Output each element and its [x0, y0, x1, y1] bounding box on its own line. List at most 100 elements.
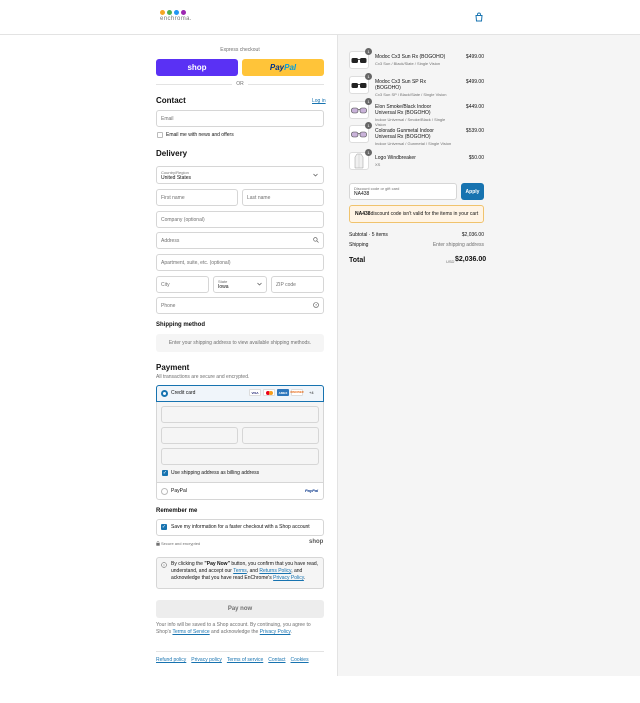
- contact-link[interactable]: Contact: [268, 657, 285, 663]
- shipping-label: Shipping: [349, 242, 369, 248]
- cart-items: 1 Modoc Cx3 Sun Rx (BOGOHO) Cx3 Sun / Blac…: [349, 48, 485, 176]
- item-price: $499.00: [465, 54, 484, 60]
- lock-icon: [156, 541, 160, 546]
- billing-address-checkbox[interactable]: ✓: [162, 470, 168, 476]
- payment-divider: [156, 482, 324, 483]
- credit-card-radio[interactable]: [161, 390, 168, 397]
- apartment-field[interactable]: Apartment, suite, etc. (optional): [156, 254, 324, 271]
- subtotal-label: Subtotal · 5 items: [349, 232, 388, 238]
- info-icon: i: [161, 562, 167, 568]
- shipping-method-message: Enter your shipping address to view avai…: [156, 334, 324, 352]
- item-details: Colorado Gunmetal Indoor Universal Rx (B…: [375, 128, 453, 146]
- total-value: $2,036.00: [455, 256, 487, 263]
- last-name-field[interactable]: Last name: [242, 189, 324, 206]
- privacy-policy-link[interactable]: Privacy Policy: [273, 575, 304, 581]
- email-field[interactable]: Email: [156, 110, 324, 127]
- city-field[interactable]: City: [156, 276, 209, 293]
- phone-placeholder: Phone: [161, 302, 176, 309]
- save-info-label: Save my information for a faster checkou…: [171, 524, 310, 530]
- apply-discount-button[interactable]: Apply: [461, 183, 484, 200]
- logo-text: enchroma.: [160, 16, 192, 22]
- security-code-field[interactable]: [242, 427, 319, 444]
- zip-field[interactable]: ZIP code: [271, 276, 324, 293]
- shop-logo: shop: [309, 539, 324, 545]
- quantity-badge: 1: [365, 122, 372, 129]
- item-details: Logo Windbreaker XS: [375, 155, 453, 167]
- item-price: $449.00: [465, 104, 484, 110]
- terms-of-service-link[interactable]: Terms of service: [227, 657, 263, 663]
- shop-pay-button[interactable]: shop: [156, 59, 238, 76]
- address-field[interactable]: Address: [156, 232, 324, 249]
- shop-tos-link[interactable]: Terms of Service: [172, 629, 209, 635]
- paypal-option-label: PayPal: [171, 488, 187, 494]
- country-value: United States: [161, 174, 192, 181]
- pay-now-button[interactable]: Pay now: [156, 600, 324, 618]
- cart-item: 1 Logo Windbreaker XS $50.00: [349, 149, 485, 172]
- apartment-placeholder: Apartment, suite, etc. (optional): [161, 259, 231, 266]
- chevron-down-icon: [313, 173, 318, 177]
- phone-field[interactable]: Phone: [156, 297, 324, 314]
- or-label: OR: [232, 81, 248, 87]
- shop-pay-label: shop: [187, 63, 207, 72]
- total-label: Total: [349, 257, 366, 264]
- payment-heading: Payment: [156, 363, 190, 372]
- contact-heading: Contact: [156, 96, 186, 105]
- email-placeholder: Email: [161, 115, 174, 122]
- quantity-badge: 1: [365, 48, 372, 55]
- paypal-radio[interactable]: [161, 488, 168, 495]
- cart-item: 1 Modoc Cx3 Sun Rx (BOGOHO) Cx3 Sun / Blac…: [349, 48, 485, 71]
- shop-notice-text-c: .: [290, 629, 292, 635]
- expiration-date-field[interactable]: [161, 427, 238, 444]
- shop-privacy-link[interactable]: Privacy Policy: [260, 629, 291, 635]
- svg-text:i: i: [164, 564, 165, 568]
- more-cards-label: +4: [309, 390, 314, 395]
- cart-item: 1 Modoc Cx3 Sun SP Rx (BOGOHO) Cx3 Sun SP …: [349, 73, 485, 97]
- item-variant: Cx3 Sun SP / Black/Slate / Single Vision: [375, 92, 447, 97]
- bottom-strip: [337, 676, 640, 703]
- terms-link[interactable]: Terms: [233, 568, 247, 574]
- notice-text-a: By clicking the: [171, 561, 205, 567]
- returns-policy-link[interactable]: Returns Policy: [259, 568, 291, 574]
- discount-code-field[interactable]: Discount code or gift card NA438: [349, 183, 457, 200]
- item-name: Modoc Cx3 Sun SP Rx (BOGOHO): [375, 79, 427, 91]
- cookies-link[interactable]: Cookies: [291, 657, 309, 663]
- privacy-policy-footer-link[interactable]: Privacy policy: [191, 657, 222, 663]
- item-variant: XS: [375, 162, 381, 167]
- discount-value: NA438: [354, 191, 370, 197]
- refund-policy-link[interactable]: Refund policy: [156, 657, 186, 663]
- discount-error-banner: NA438 discount code isn't valid for the …: [349, 205, 484, 223]
- delivery-heading: Delivery: [156, 149, 188, 158]
- item-price: $50.00: [468, 155, 484, 161]
- discover-icon: DISCOVER: [290, 389, 304, 396]
- newsletter-checkbox[interactable]: [157, 132, 163, 138]
- quantity-badge: 1: [365, 73, 372, 80]
- item-variant: Cx3 Sun / Black/Slate / Single Vision: [375, 61, 441, 66]
- shipping-method-heading: Shipping method: [156, 322, 205, 328]
- shop-notice-text-b: and acknowledge the: [209, 629, 260, 635]
- last-name-placeholder: Last name: [247, 194, 271, 201]
- login-link[interactable]: Log in: [312, 98, 326, 104]
- company-placeholder: Company (optional): [161, 216, 205, 223]
- address-placeholder: Address: [161, 237, 180, 244]
- shipping-value: Enter shipping address: [432, 242, 484, 248]
- paypal-logo-icon: PayPal: [305, 488, 319, 493]
- shopping-bag-icon[interactable]: [474, 12, 484, 22]
- item-details: Modoc Cx3 Sun Rx (BOGOHO) Cx3 Sun / Black…: [375, 54, 453, 66]
- brand-logo[interactable]: enchroma.: [160, 10, 192, 22]
- help-icon[interactable]: ?: [313, 302, 319, 308]
- visa-icon: VISA: [249, 389, 261, 396]
- first-name-field[interactable]: First name: [156, 189, 238, 206]
- name-on-card-field[interactable]: [161, 448, 319, 465]
- country-select[interactable]: Country/Region United States: [156, 166, 324, 184]
- quantity-badge: 1: [365, 98, 372, 105]
- quantity-badge: 1: [365, 149, 372, 156]
- logo-dots: [160, 10, 192, 15]
- paypal-button[interactable]: Pay Pal: [242, 59, 324, 76]
- save-info-checkbox[interactable]: ✓: [161, 524, 167, 530]
- secure-label: Secure and encrypted: [161, 541, 201, 546]
- company-field[interactable]: Company (optional): [156, 211, 324, 228]
- notice-text-e: .: [303, 575, 306, 581]
- zip-placeholder: ZIP code: [276, 281, 296, 288]
- card-number-field[interactable]: [161, 406, 319, 423]
- item-price: $499.00: [465, 79, 484, 85]
